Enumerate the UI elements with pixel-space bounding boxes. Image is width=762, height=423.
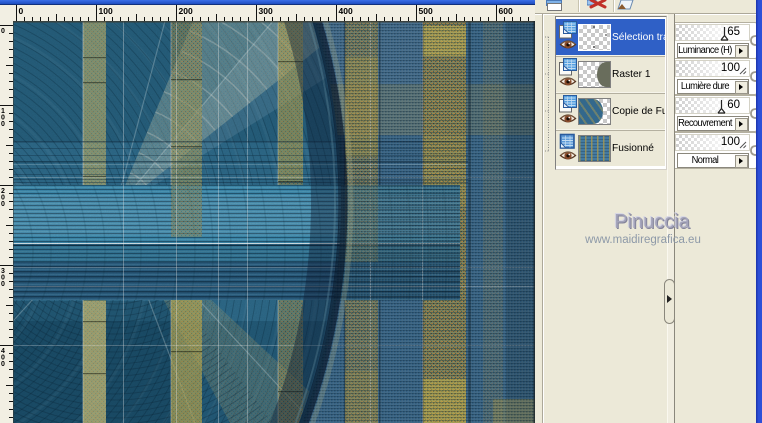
svg-text:0: 0	[1, 201, 5, 208]
svg-text:400: 400	[339, 6, 353, 16]
svg-text:0: 0	[1, 28, 5, 35]
svg-text:0: 0	[1, 361, 5, 368]
svg-text:0: 0	[19, 6, 24, 16]
svg-text:600: 600	[499, 6, 513, 16]
svg-text:100: 100	[99, 6, 113, 16]
svg-text:300: 300	[259, 6, 273, 16]
svg-text:0: 0	[1, 281, 5, 288]
svg-text:0: 0	[1, 121, 5, 128]
svg-text:200: 200	[179, 6, 193, 16]
svg-text:500: 500	[419, 6, 433, 16]
